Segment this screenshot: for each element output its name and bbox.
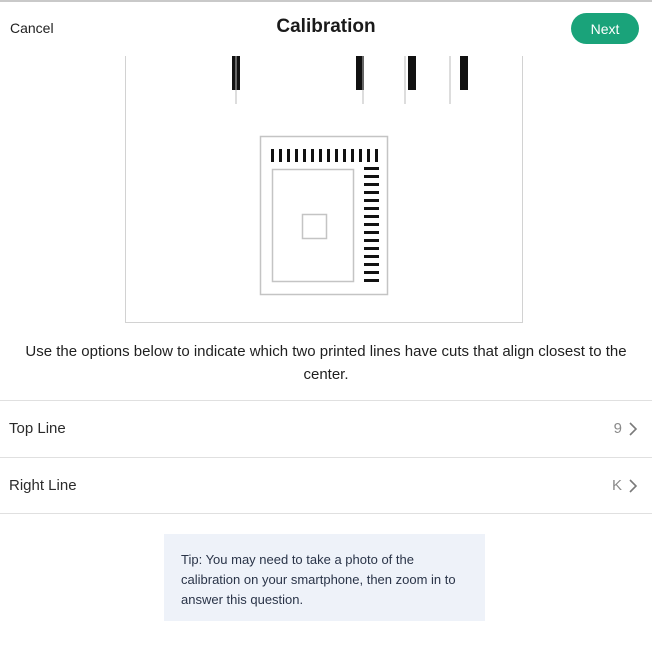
option-row-top-line[interactable]: Top Line 9 xyxy=(0,400,652,457)
option-label: Right Line xyxy=(9,477,77,494)
option-value: K xyxy=(611,477,622,494)
option-row-right-line[interactable]: Right Line K xyxy=(0,457,652,514)
option-label: Top Line xyxy=(9,420,66,437)
option-value: 9 xyxy=(613,420,622,437)
chevron-right-icon xyxy=(629,422,638,436)
page-title: Calibration xyxy=(276,16,376,37)
tip-box: Tip: You may need to take a photo of the… xyxy=(164,534,485,621)
next-button[interactable]: Next xyxy=(571,13,639,44)
header-bar: Cancel Calibration Next xyxy=(0,2,652,56)
calibration-target xyxy=(259,135,389,296)
cut-marks xyxy=(232,56,468,104)
calibration-illustration xyxy=(232,56,468,296)
calibration-preview xyxy=(125,56,523,323)
chevron-right-icon xyxy=(629,479,638,493)
tip-text: Tip: You may need to take a photo of the… xyxy=(181,552,456,607)
instructions-text: Use the options below to indicate which … xyxy=(25,343,627,383)
